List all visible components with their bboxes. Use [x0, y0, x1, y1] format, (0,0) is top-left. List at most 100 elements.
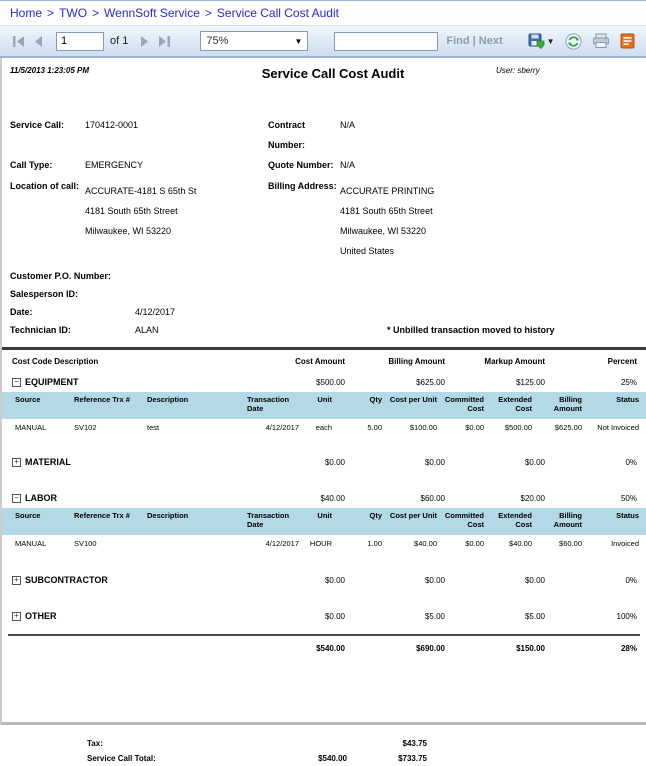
group-row-subcontractor: + SUBCONTRACTOR $0.00 $0.00 $0.00 0% [2, 570, 646, 590]
col-percent: Percent [545, 357, 637, 366]
first-page-icon [12, 36, 25, 47]
service-call-label: Service Call: [10, 115, 85, 155]
col-source: Source [15, 511, 74, 520]
last-page-button[interactable] [154, 31, 174, 51]
expand-icon[interactable]: + [12, 458, 21, 467]
col-unit: Unit [299, 511, 332, 520]
cell-reference: SV100 [74, 539, 147, 548]
billing-address-line: Milwaukee, WI 53220 [340, 221, 434, 241]
export-data-feed-button[interactable] [617, 31, 638, 51]
group-row-labor: − LABOR $40.00 $60.00 $20.00 50% [2, 488, 646, 508]
group-markup-amount: $5.00 [445, 612, 545, 621]
breadcrumb-separator: > [92, 6, 99, 20]
group-row-other: + OTHER $0.00 $5.00 $5.00 100% [2, 606, 646, 626]
service-call-value: 170412-0001 [85, 115, 268, 155]
group-row-material: + MATERIAL $0.00 $0.00 $0.00 0% [2, 452, 646, 472]
refresh-button[interactable] [562, 31, 585, 52]
group-billing-amount: $5.00 [345, 612, 445, 621]
col-description: Description [147, 511, 247, 520]
find-link[interactable]: Find [446, 35, 469, 47]
group-percent: 0% [545, 458, 637, 467]
collapse-icon[interactable]: − [12, 494, 21, 503]
group-markup-amount: $0.00 [445, 458, 545, 467]
total-billing-amount: $690.00 [345, 644, 445, 653]
col-committed-cost: Committed Cost [437, 395, 484, 413]
cell-status: Invoiced [582, 539, 639, 548]
group-percent: 0% [545, 576, 637, 585]
report-printed-datetime: 11/5/2013 1:23:05 PM [10, 66, 180, 75]
next-page-button[interactable] [134, 31, 154, 51]
total-markup-amount: $150.00 [445, 644, 545, 653]
printer-icon [592, 33, 610, 49]
group-name-label: OTHER [25, 611, 57, 621]
expand-icon[interactable]: + [12, 576, 21, 585]
cell-description: test [147, 423, 247, 432]
detail-header-row: Source Reference Trx # Description Trans… [2, 508, 646, 535]
breadcrumb-link-wennsoft-service[interactable]: WennSoft Service [104, 6, 200, 20]
cell-reference: SV102 [74, 423, 147, 432]
billing-address-line: ACCURATE PRINTING [340, 181, 434, 201]
cell-billing-amount: $60.00 [532, 539, 582, 548]
technician-value: ALAN [135, 321, 159, 339]
col-qty: Qty [332, 395, 382, 404]
col-cost-per-unit: Cost per Unit [382, 511, 437, 520]
cell-billing-amount: $625.00 [532, 423, 582, 432]
col-billing-amount: Billing Amount [532, 511, 582, 529]
service-call-total-cost: $540.00 [247, 751, 347, 766]
detail-header-row: Source Reference Trx # Description Trans… [2, 392, 646, 419]
location-label: Location of call: [10, 181, 85, 261]
service-call-total-row: Service Call Total: $540.00 $733.75 [2, 751, 646, 766]
col-committed-cost: Committed Cost [437, 511, 484, 529]
cell-committed-cost: $0.00 [437, 539, 484, 548]
technician-label: Technician ID: [10, 321, 135, 339]
col-status: Status [582, 395, 639, 404]
find-text-input[interactable] [334, 32, 438, 51]
breadcrumb-link-two[interactable]: TWO [59, 6, 87, 20]
breadcrumb-link-report[interactable]: Service Call Cost Audit [217, 6, 339, 20]
page-number-input[interactable] [56, 32, 104, 51]
zoom-value: 75% [206, 35, 228, 47]
cell-cost-per-unit: $100.00 [382, 423, 437, 432]
page-count-label: of 1 [110, 35, 128, 47]
next-link[interactable]: Next [479, 35, 503, 47]
expand-icon[interactable]: + [12, 612, 21, 621]
col-extended-cost: Extended Cost [484, 511, 532, 529]
col-extended-cost: Extended Cost [484, 395, 532, 413]
chevron-down-icon: ▼ [294, 37, 302, 46]
contract-number-label: Contract Number: [268, 115, 340, 155]
col-billing-amount: Billing Amount [532, 395, 582, 413]
col-description: Description [147, 395, 247, 404]
col-transaction-date: Transaction Date [247, 511, 299, 529]
group-name-label: SUBCONTRACTOR [25, 575, 108, 585]
table-row: MANUAL SV102 test 4/12/2017 each 5.00 $1… [2, 419, 646, 438]
cell-extended-cost: $500.00 [484, 423, 532, 432]
cell-committed-cost: $0.00 [437, 423, 484, 432]
find-next-divider: | [473, 35, 476, 47]
cell-qty: 1.00 [332, 539, 382, 548]
first-page-button[interactable] [8, 31, 28, 51]
export-button[interactable]: ▼ [525, 31, 558, 51]
collapse-icon[interactable]: − [12, 378, 21, 387]
zoom-select[interactable]: 75% ▼ [200, 31, 308, 51]
last-page-icon [158, 36, 171, 47]
cell-cost-per-unit: $40.00 [382, 539, 437, 548]
find-next-links: Find | Next [446, 35, 502, 47]
tax-label: Tax: [87, 736, 247, 751]
col-status: Status [582, 511, 639, 520]
table-row: MANUAL SV100 4/12/2017 HOUR 1.00 $40.00 … [2, 535, 646, 554]
group-name-label: MATERIAL [25, 457, 71, 467]
cell-status: Not Invoiced [582, 423, 639, 432]
billing-address-label: Billing Address: [268, 181, 340, 261]
previous-page-button[interactable] [28, 31, 48, 51]
breadcrumb: Home > TWO > WennSoft Service > Service … [0, 0, 646, 26]
quote-number-value: N/A [340, 155, 646, 175]
col-markup-amount: Markup Amount [445, 357, 545, 366]
customer-po-label: Customer P.O. Number: [10, 267, 111, 285]
location-line: Milwaukee, WI 53220 [85, 221, 196, 241]
group-cost-amount: $0.00 [245, 458, 345, 467]
unbilled-note: * Unbilled transaction moved to history [387, 321, 555, 339]
group-name-label: EQUIPMENT [25, 377, 79, 387]
print-button[interactable] [589, 31, 613, 51]
col-reference-trx: Reference Trx # [74, 395, 147, 404]
breadcrumb-link-home[interactable]: Home [10, 6, 42, 20]
